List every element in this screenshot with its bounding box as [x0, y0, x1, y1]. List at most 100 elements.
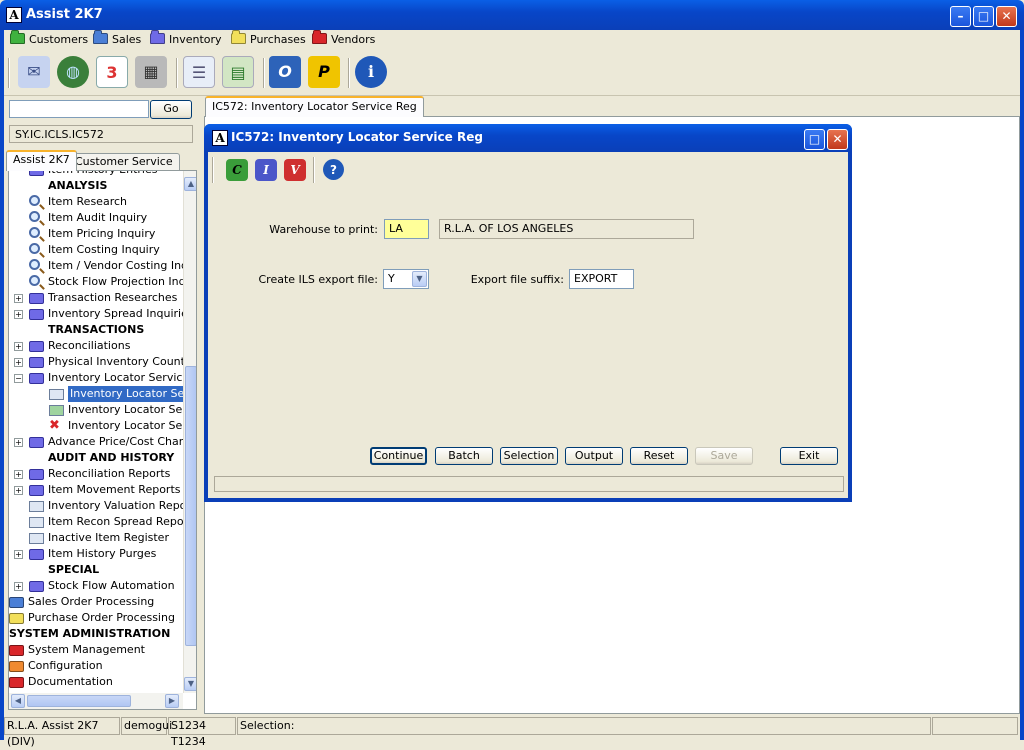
reset-button[interactable]: Reset	[630, 447, 688, 465]
maximize-button[interactable]: □	[973, 6, 994, 27]
tree-scroll-thumb[interactable]	[185, 366, 196, 646]
tree-item-label: Inactive Item Register	[48, 531, 169, 544]
folder-icon	[29, 293, 44, 304]
tree-hscroll-thumb[interactable]	[27, 695, 131, 707]
toolbar-separator	[8, 58, 10, 88]
exit-button[interactable]: Exit	[780, 447, 838, 465]
folder-icon	[9, 613, 24, 624]
tree-item-label: Item Audit Inquiry	[48, 211, 148, 224]
tree-item-label: Inventory Locator Service Reg	[68, 386, 196, 402]
expand-icon[interactable]: +	[14, 438, 23, 447]
folder-icon	[29, 549, 44, 560]
scroll-right-button[interactable]: ▶	[165, 694, 179, 708]
menu-inventory[interactable]: Inventory	[150, 30, 222, 48]
folder-icon	[150, 30, 165, 44]
export-icon	[49, 405, 64, 416]
tree-item-label: TRANSACTIONS	[48, 323, 145, 336]
search-input[interactable]	[9, 100, 149, 118]
collapse-icon[interactable]: −	[14, 374, 23, 383]
magnifier-icon	[29, 275, 40, 286]
tree-horizontal-scrollbar[interactable]: ◀ ▶	[9, 693, 183, 709]
toolbar-separator	[348, 58, 350, 88]
menu-label: Purchases	[250, 33, 306, 46]
window-title: Assist 2K7	[26, 7, 103, 22]
info-icon[interactable]: i	[355, 56, 387, 88]
outlook-icon[interactable]: O	[269, 56, 301, 88]
expand-icon[interactable]: +	[14, 294, 23, 303]
dialog-titlebar[interactable]: A IC572: Inventory Locator Service Reg □…	[204, 124, 852, 152]
folder-icon	[29, 469, 44, 480]
go-button[interactable]: Go	[150, 100, 192, 119]
folder-icon	[29, 373, 44, 384]
expand-icon[interactable]: +	[14, 550, 23, 559]
folder-icon	[29, 485, 44, 496]
toolbar-separator	[212, 157, 214, 183]
globe-icon[interactable]: ◍	[57, 56, 89, 88]
expand-icon[interactable]: +	[14, 342, 23, 351]
tree-item-label: Item Pricing Inquiry	[48, 227, 156, 240]
tree-vertical-scrollbar[interactable]: ▲ ▼	[183, 171, 196, 693]
output-button[interactable]: Output	[565, 447, 623, 465]
program-path: SY.IC.ICLS.IC572	[9, 125, 193, 143]
status-app: R.L.A. Assist 2K7 (DIV)	[4, 717, 120, 748]
copy-icon[interactable]: C	[226, 159, 248, 181]
calculator-icon[interactable]: ▦	[135, 56, 167, 88]
menu-label: Inventory	[169, 33, 222, 46]
tab-assist-2k7[interactable]: Assist 2K7	[6, 150, 77, 171]
chart-icon[interactable]: ▤	[222, 56, 254, 88]
publisher-icon[interactable]: P	[308, 56, 340, 88]
tab-ic572[interactable]: IC572: Inventory Locator Service Reg	[205, 96, 424, 117]
help-icon[interactable]: ?	[323, 159, 344, 180]
chevron-down-icon[interactable]: ▼	[412, 271, 427, 287]
window-titlebar[interactable]: A Assist 2K7 – □ ✕	[0, 0, 1024, 30]
minimize-button[interactable]: –	[950, 6, 971, 27]
magnifier-icon	[29, 195, 40, 206]
selection-button[interactable]: Selection	[500, 447, 558, 465]
tree-item-label: ANALYSIS	[48, 179, 108, 192]
scroll-down-button[interactable]: ▼	[184, 677, 196, 691]
folder-icon	[9, 645, 24, 656]
menu-sales[interactable]: Sales	[93, 30, 141, 48]
view-icon[interactable]: V	[284, 159, 306, 181]
status-extra	[932, 717, 1018, 735]
ils-export-value: Y	[388, 272, 395, 285]
tab-customer-service[interactable]: Customer Service	[68, 153, 180, 170]
folder-icon	[93, 30, 108, 44]
expand-icon[interactable]: +	[14, 486, 23, 495]
calendar-icon[interactable]: 3	[96, 56, 128, 88]
tree-item-label: Item History Entries	[48, 171, 157, 178]
folder-icon	[29, 357, 44, 368]
expand-icon[interactable]: +	[14, 582, 23, 591]
warehouse-input[interactable]: LA	[384, 219, 429, 239]
tree-item-label: Documentation	[28, 675, 113, 688]
scroll-left-button[interactable]: ◀	[11, 694, 25, 708]
ils-export-select[interactable]: Y ▼	[383, 269, 429, 289]
expand-icon[interactable]: +	[14, 358, 23, 367]
menu-label: Customers	[29, 33, 89, 46]
expand-icon[interactable]: +	[14, 310, 23, 319]
folder-icon	[29, 581, 44, 592]
menu-customers[interactable]: Customers	[10, 30, 89, 48]
ic572-dialog: A IC572: Inventory Locator Service Reg □…	[204, 124, 852, 502]
dialog-close-button[interactable]: ✕	[827, 129, 848, 150]
batch-button[interactable]: Batch	[435, 447, 493, 465]
tree-item-label: Item / Vendor Costing Inquiry	[48, 259, 197, 272]
magnifier-icon	[29, 211, 40, 222]
tree-item-label: Configuration	[28, 659, 103, 672]
menu-vendors[interactable]: Vendors	[312, 30, 376, 48]
continue-button[interactable]: Continue	[370, 447, 427, 465]
warehouse-description: R.L.A. OF LOS ANGELES	[439, 219, 694, 239]
suffix-input[interactable]: EXPORT	[569, 269, 634, 289]
tree-item-label: Inventory Valuation Report	[48, 499, 196, 512]
dialog-body: C I V ? Warehouse to print: LA R.L.A. OF…	[208, 152, 848, 498]
mail-icon[interactable]: ✉	[18, 56, 50, 88]
expand-icon[interactable]: +	[14, 470, 23, 479]
contacts-icon[interactable]: ☰	[183, 56, 215, 88]
close-button[interactable]: ✕	[996, 6, 1017, 27]
dialog-maximize-button[interactable]: □	[804, 129, 825, 150]
scroll-up-button[interactable]: ▲	[184, 177, 196, 191]
menu-purchases[interactable]: Purchases	[231, 30, 306, 48]
inquiry-icon[interactable]: I	[255, 159, 277, 181]
folder-icon	[29, 309, 44, 320]
menu-label: Vendors	[331, 33, 376, 46]
